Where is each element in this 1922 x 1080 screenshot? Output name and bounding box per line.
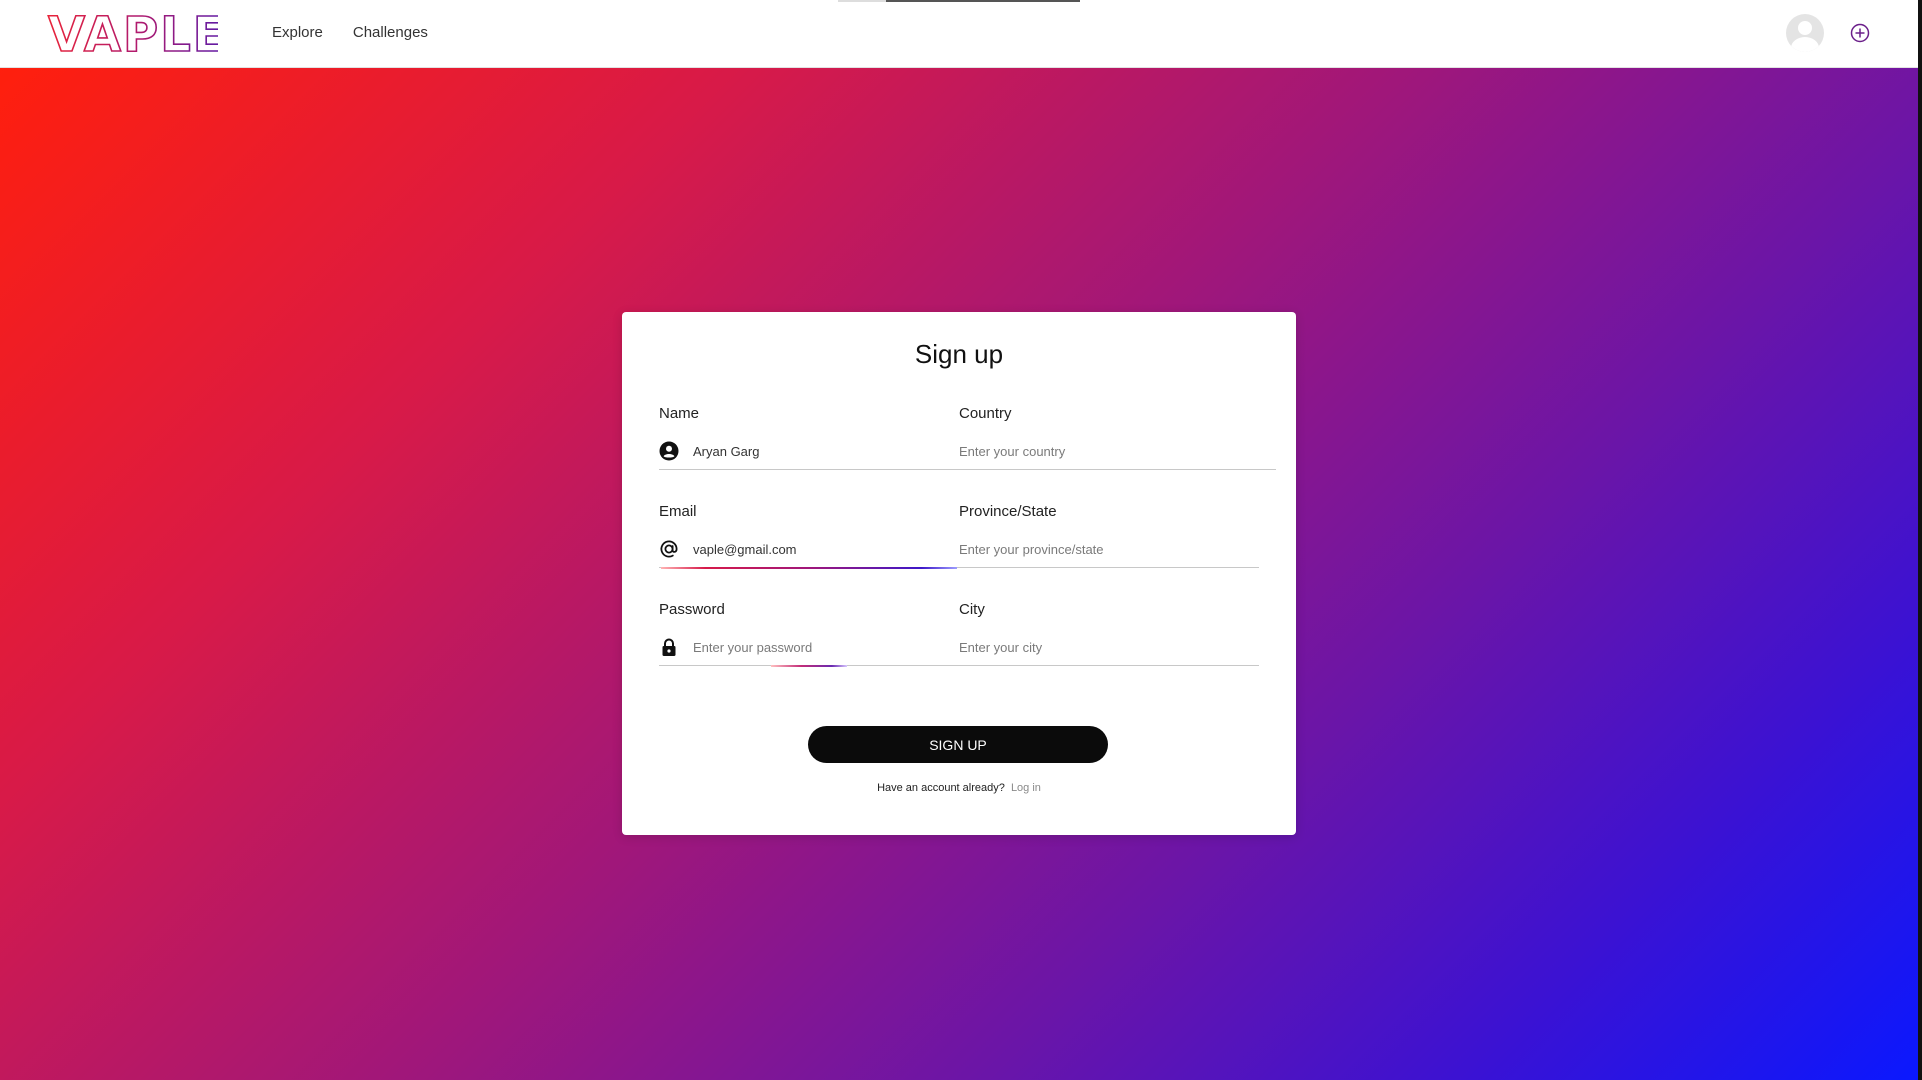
logo-text: VAPLE <box>48 12 218 54</box>
city-input[interactable] <box>959 635 1259 659</box>
name-input[interactable] <box>693 439 959 463</box>
city-field: City <box>959 601 1259 666</box>
login-prompt-text: Have an account already? <box>877 782 1005 794</box>
password-focus-ripple <box>771 665 847 667</box>
page: VAPLE Explore Challenges Sign up Name Ar… <box>0 0 1922 1080</box>
nav-actions <box>1786 14 1870 52</box>
country-input[interactable] <box>959 439 1276 463</box>
main-nav: Explore Challenges <box>272 24 428 41</box>
province-input[interactable] <box>959 537 1259 561</box>
name-label: Name <box>659 405 700 422</box>
email-field: Email <box>659 503 959 569</box>
country-field: Country <box>959 405 1276 470</box>
vaple-logo[interactable]: VAPLE <box>46 12 218 54</box>
signup-card: Sign up Name Country Email <box>622 312 1296 835</box>
email-focus-underline <box>661 567 957 569</box>
country-label: Country <box>959 405 1012 422</box>
top-navbar: VAPLE Explore Challenges <box>0 0 1922 68</box>
name-field: Name <box>659 405 959 470</box>
signup-button[interactable]: SIGN UP <box>808 726 1108 763</box>
login-prompt: Have an account already? Log in <box>622 782 1296 794</box>
lock-icon <box>662 638 676 656</box>
at-sign-icon <box>660 540 678 558</box>
login-link[interactable]: Log in <box>1011 782 1041 794</box>
user-avatar[interactable] <box>1786 14 1824 52</box>
password-label: Password <box>659 601 725 618</box>
city-label: City <box>959 601 985 618</box>
page-scrollbar[interactable] <box>1918 0 1922 1080</box>
account-circle-icon <box>659 441 679 461</box>
nav-explore-link[interactable]: Explore <box>272 24 323 41</box>
password-input[interactable] <box>693 635 959 659</box>
add-circle-icon[interactable] <box>1850 23 1870 43</box>
signup-title: Sign up <box>914 339 1004 369</box>
nav-challenges-link[interactable]: Challenges <box>353 24 428 41</box>
province-label: Province/State <box>959 503 1057 520</box>
password-field: Password <box>659 601 959 667</box>
email-label: Email <box>659 503 697 520</box>
loading-progress-bar <box>838 0 1080 2</box>
province-field: Province/State <box>959 503 1259 568</box>
email-input[interactable] <box>693 537 959 561</box>
